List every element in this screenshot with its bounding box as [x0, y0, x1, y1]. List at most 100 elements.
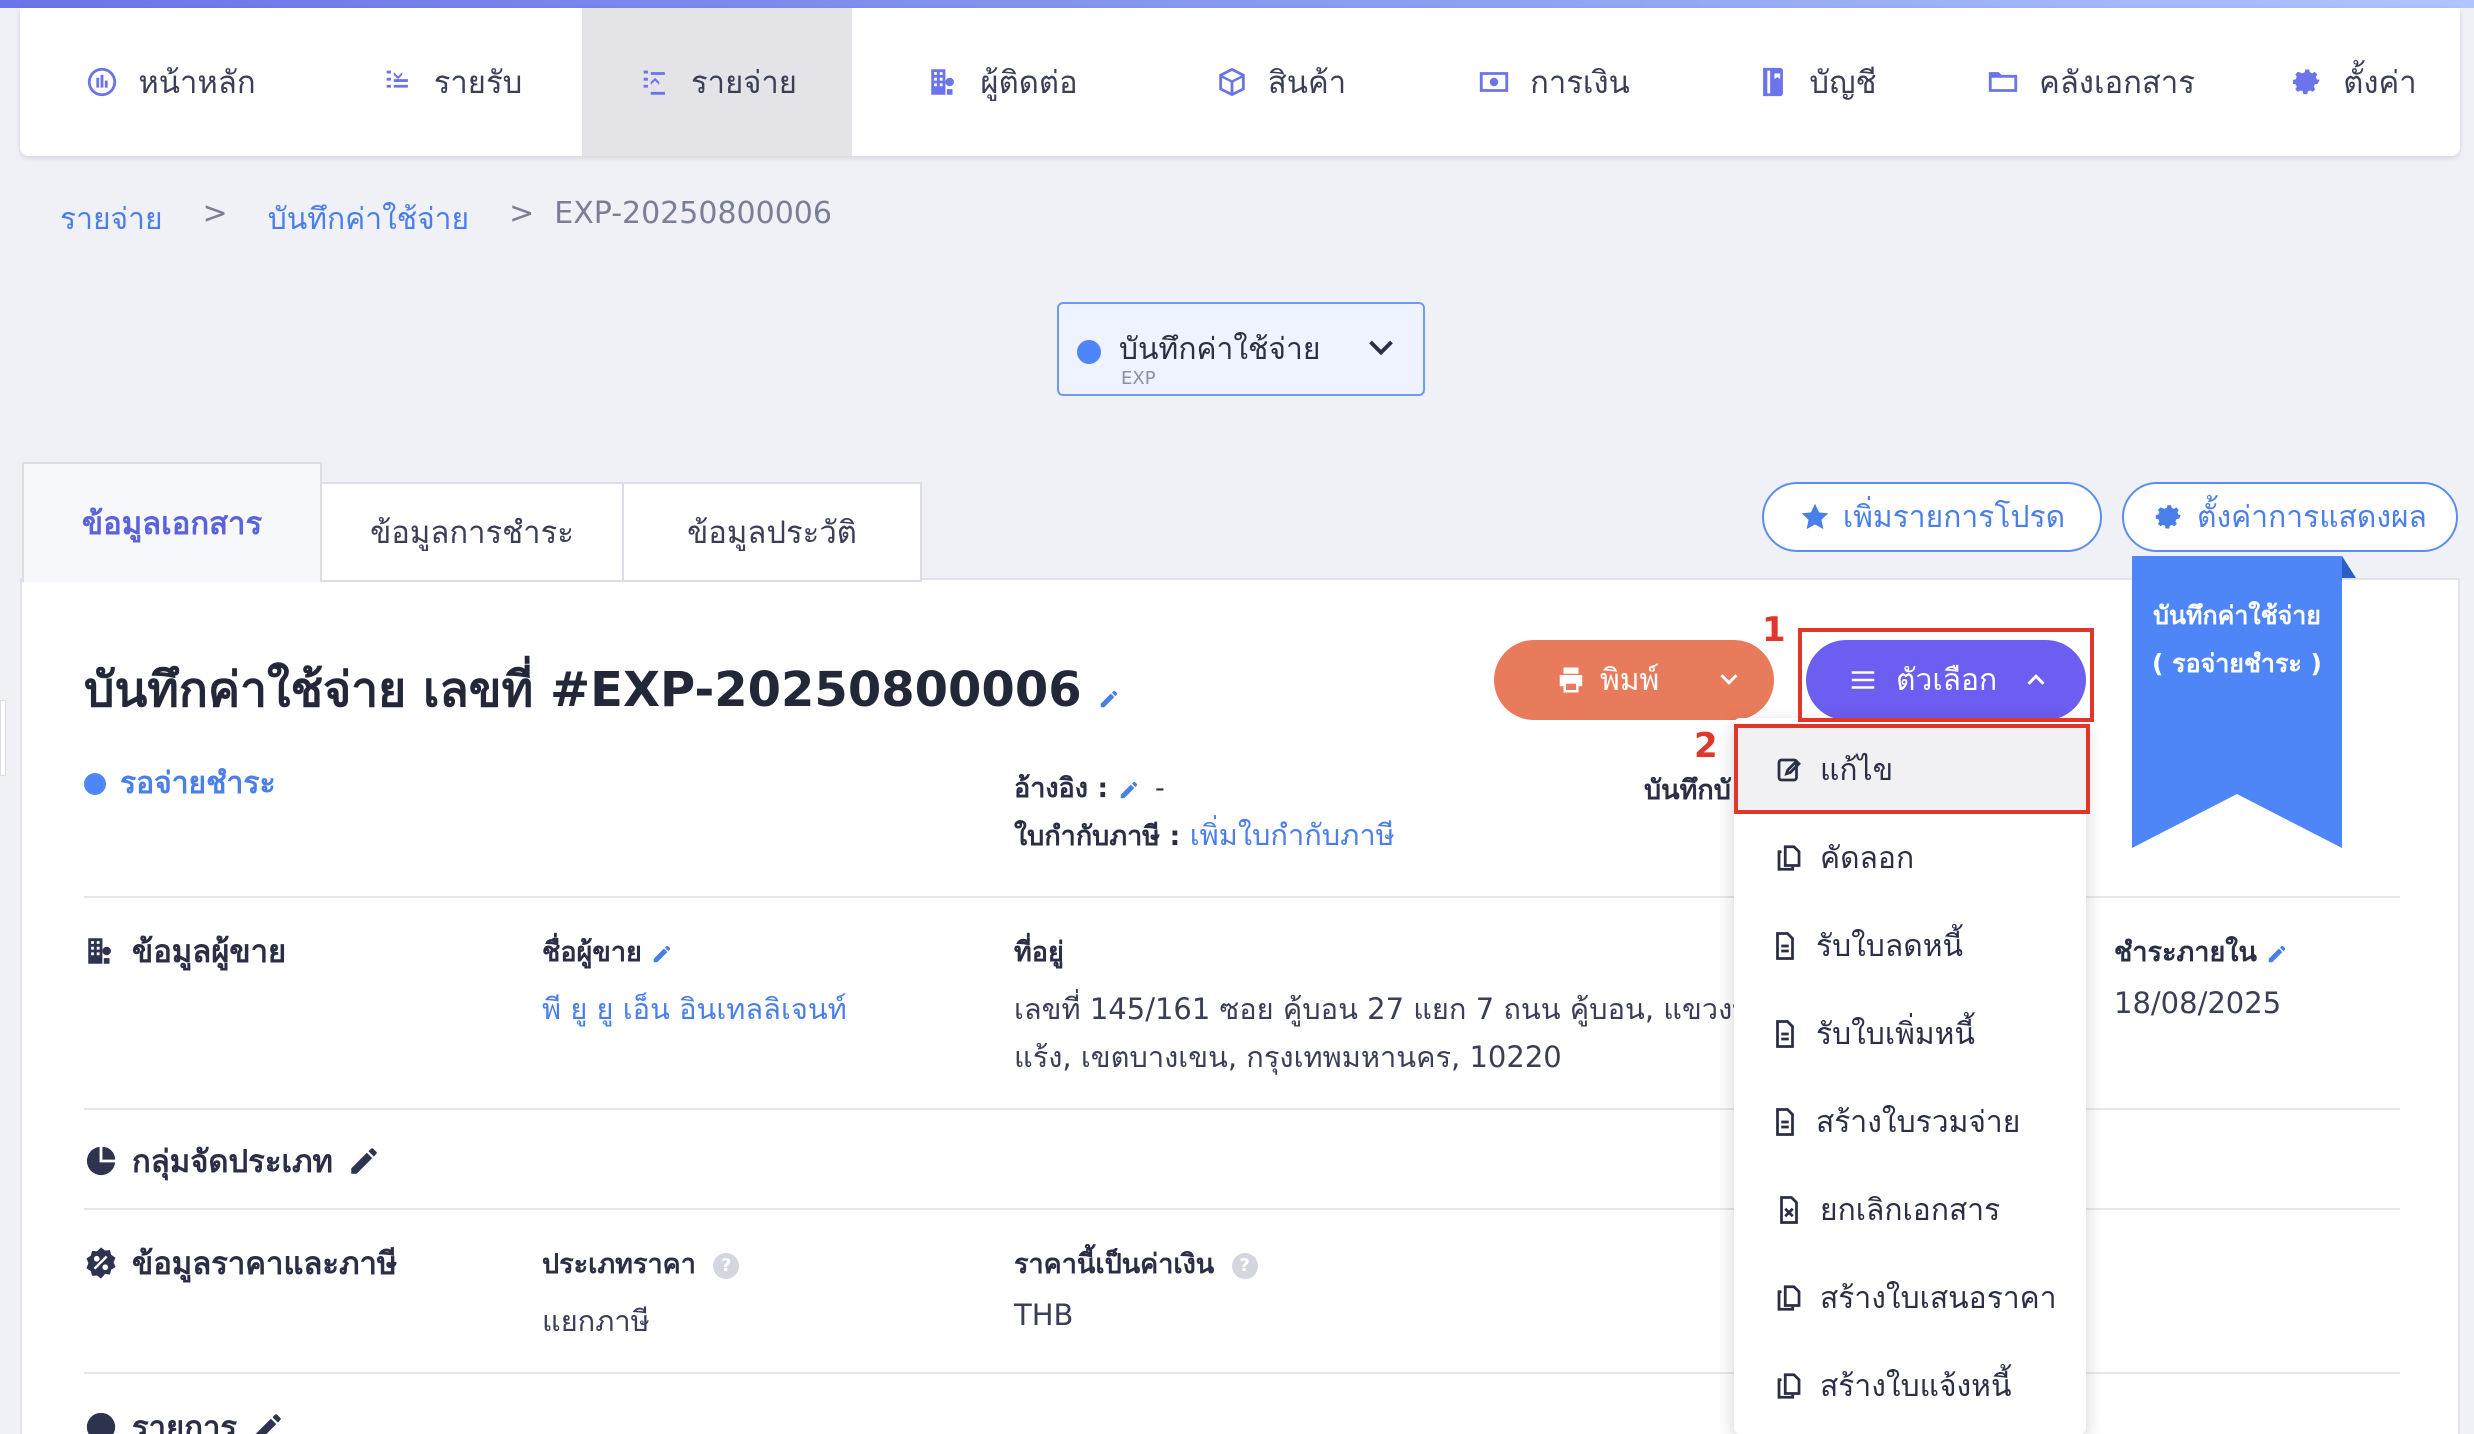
nav-item-income[interactable]: รายรับ: [320, 8, 582, 156]
help-icon[interactable]: ?: [1231, 1252, 1258, 1279]
menu-item-receive-debit-note[interactable]: รับใบเพิ่มหนี้: [1734, 990, 2086, 1078]
menu-item-label: ยกเลิกเอกสาร: [1820, 1192, 2001, 1228]
ribbon-status: ( รอจ่ายชำระ ): [2152, 649, 2322, 678]
highlight-box-edit: [1734, 724, 2090, 814]
display-settings-label: ตั้งค่าการแสดงผล: [2197, 499, 2427, 535]
document-type-select[interactable]: บันทึกค่าใช้จ่าย EXP: [1057, 302, 1425, 396]
help-icon[interactable]: ?: [713, 1252, 740, 1279]
edit-pencil-icon[interactable]: [2266, 938, 2288, 968]
status-dot: [84, 772, 106, 795]
income-icon: [380, 65, 416, 99]
edit-pencil-icon[interactable]: [651, 938, 673, 968]
breadcrumb-expense-record[interactable]: บันทึกค่าใช้จ่าย: [268, 196, 469, 243]
vendor-name-label-text: ชื่อผู้ขาย: [542, 937, 642, 968]
tax-invoice-label: ใบกำกับภาษี :: [1014, 821, 1181, 852]
nav-label: บัญชี: [1809, 65, 1877, 101]
address-label: ที่อยู่: [1014, 937, 1064, 968]
nav-label: ตั้งค่า: [2343, 65, 2417, 101]
add-tax-invoice-link[interactable]: เพิ่มใบกำกับภาษี: [1190, 818, 1395, 852]
doc-type-title: บันทึกค่าใช้จ่าย: [1119, 332, 1321, 367]
status-text: รอจ่ายชำระ: [120, 766, 276, 801]
breadcrumb: รายจ่าย > บันทึกค่าใช้จ่าย > EXP-2025080…: [60, 196, 832, 243]
breadcrumb-expense[interactable]: รายจ่าย: [60, 196, 163, 243]
list-icon: [86, 1412, 116, 1434]
menu-item-label: สร้างใบแจ้งหนี้: [1820, 1368, 2012, 1404]
display-settings-button[interactable]: ตั้งค่าการแสดงผล: [2122, 482, 2458, 552]
percent-badge-icon: [86, 1247, 116, 1279]
top-accent-stripe: [0, 0, 2474, 8]
menu-item-create-quotation[interactable]: สร้างใบเสนอราคา: [1734, 1254, 2086, 1342]
edit-pencil-icon[interactable]: [347, 1144, 381, 1178]
contacts-icon: [926, 65, 962, 99]
items-section-label: รายการ: [132, 1410, 238, 1434]
address-line-2: แร้ง, เขตบางเขน, กรุงเทพมหานคร, 10220: [1014, 1040, 1562, 1074]
reference-label: อ้างอิง : -: [1014, 766, 1165, 809]
main-nav: หน้าหลัก รายรับ รายจ่าย ผู้ติดต่อ สินค้า…: [20, 8, 2460, 156]
menu-item-receive-credit-note[interactable]: รับใบลดหนี้: [1734, 902, 2086, 990]
nav-item-settings[interactable]: ตั้งค่า: [2246, 8, 2460, 156]
tax-invoice-row: ใบกำกับภาษี : เพิ่มใบกำกับภาษี: [1014, 812, 1395, 858]
edit-pencil-icon[interactable]: [1098, 683, 1120, 713]
gear-icon: [2289, 65, 2325, 99]
due-label: ชำระภายใน: [2114, 930, 2288, 973]
tab-history-info[interactable]: ข้อมูลประวัติ: [622, 482, 922, 582]
currency-label: ราคานี้เป็นค่าเงิน ?: [1014, 1242, 1258, 1285]
status-badge: รอจ่ายชำระ: [84, 760, 276, 807]
items-section-title: รายการ: [84, 1402, 285, 1434]
nav-item-documents[interactable]: คลังเอกสาร: [1934, 8, 2246, 156]
document-icon: [1776, 932, 1794, 960]
add-favorite-button[interactable]: เพิ่มรายการโปรด: [1762, 482, 2102, 552]
nav-item-products[interactable]: สินค้า: [1152, 8, 1408, 156]
nav-item-accounting[interactable]: บัญชี: [1698, 8, 1934, 156]
menu-item-cancel-document[interactable]: ยกเลิกเอกสาร: [1734, 1166, 2086, 1254]
edit-pencil-icon[interactable]: [1118, 774, 1140, 804]
edit-pencil-icon[interactable]: [251, 1410, 285, 1434]
left-edge-handle: [0, 700, 6, 776]
doc-type-dot: [1077, 340, 1101, 364]
currency-value: THB: [1014, 1298, 1074, 1332]
menu-item-label: สร้างใบเสนอราคา: [1820, 1280, 2057, 1316]
box-icon: [1214, 65, 1250, 99]
document-icon: [1776, 1108, 1794, 1136]
nav-label: รายจ่าย: [691, 65, 797, 101]
menu-item-create-invoice[interactable]: สร้างใบแจ้งหนี้: [1734, 1342, 2086, 1430]
document-icon: [1776, 1020, 1794, 1048]
pie-chart-icon: [86, 1146, 116, 1176]
currency-label-text: ราคานี้เป็นค่าเงิน: [1014, 1249, 1215, 1280]
print-label: พิมพ์: [1600, 662, 1660, 698]
tab-document-info[interactable]: ข้อมูลเอกสาร: [22, 462, 322, 582]
document-title-text: บันทึกค่าใช้จ่าย เลขที่ #EXP-20250800006: [84, 662, 1082, 718]
menu-item-create-combined-payment[interactable]: สร้างใบรวมจ่าย: [1734, 1078, 2086, 1166]
reference-label-text: อ้างอิง :: [1014, 773, 1109, 804]
price-type-label: ประเภทราคา ?: [542, 1242, 740, 1285]
vendor-name-link[interactable]: พี ยู ยู เอ็น อินเทลลิเจนท์: [542, 986, 847, 1032]
nav-label: คลังเอกสาร: [2039, 65, 2195, 101]
expense-icon: [637, 65, 673, 99]
due-date-value: 18/08/2025: [2114, 986, 2282, 1020]
page-title: บันทึกค่าใช้จ่าย เลขที่ #EXP-20250800006: [84, 652, 1120, 728]
highlight-box-options: [1798, 628, 2094, 722]
add-favorite-label: เพิ่มรายการโปรด: [1842, 499, 2066, 535]
breadcrumb-separator: >: [509, 196, 535, 231]
folder-icon: [1985, 65, 2021, 99]
chevron-down-icon[interactable]: [1714, 664, 1744, 694]
address-line-1: เลขที่ 145/161 ซอย คู้บอน 27 แยก 7 ถนน ค…: [1014, 992, 1734, 1026]
copy-icon: [1777, 1285, 1801, 1311]
cancel-document-icon: [1780, 1196, 1798, 1224]
due-label-text: ชำระภายใน: [2114, 937, 2257, 968]
nav-label: หน้าหลัก: [138, 65, 256, 101]
pricing-section-title: ข้อมูลราคาและภาษี: [84, 1238, 397, 1288]
gear-icon: [2155, 505, 2181, 529]
nav-item-home[interactable]: หน้าหลัก: [20, 8, 320, 156]
print-button[interactable]: พิมพ์: [1494, 640, 1774, 720]
tab-payment-info[interactable]: ข้อมูลการชำระ: [320, 482, 624, 582]
nav-item-expense[interactable]: รายจ่าย: [582, 8, 852, 156]
nav-item-finance[interactable]: การเงิน: [1408, 8, 1698, 156]
copy-icon: [1777, 845, 1801, 871]
nav-label: ผู้ติดต่อ: [980, 65, 1078, 101]
status-ribbon: บันทึกค่าใช้จ่าย ( รอจ่ายชำระ ): [2132, 556, 2342, 794]
step-number-2: 2: [1694, 726, 1718, 766]
menu-item-copy[interactable]: คัดลอก: [1734, 814, 2086, 902]
nav-item-contacts[interactable]: ผู้ติดต่อ: [852, 8, 1152, 156]
recorded-by-label: บันทึกบั: [1644, 775, 1731, 806]
